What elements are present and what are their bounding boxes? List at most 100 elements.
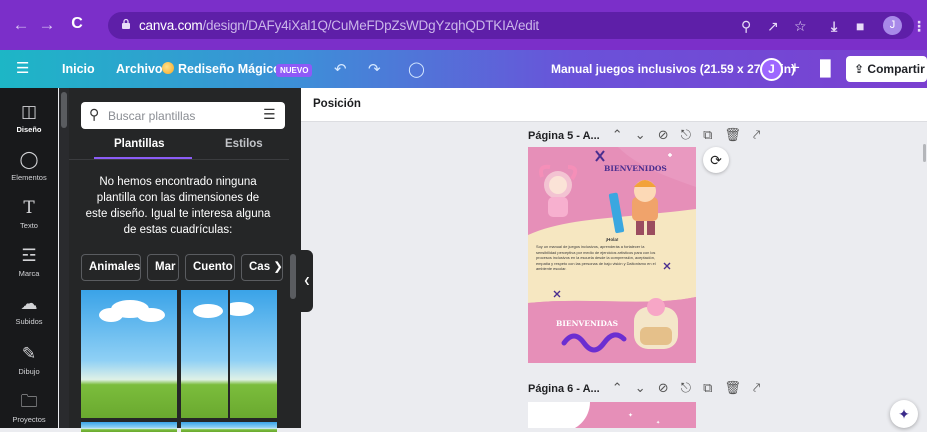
menu-hamburger-icon[interactable]: ☰	[16, 59, 29, 77]
magic-redesign-button[interactable]: Rediseño Mágico	[178, 62, 281, 76]
left-rail: ◫ Diseño ◯ Elementos T Texto ☲ Marca ☁ S…	[0, 88, 58, 428]
duplicate-icon[interactable]: ⧉	[703, 127, 712, 143]
share-label: Compartir	[867, 62, 925, 76]
scroll-thumb[interactable]	[61, 92, 67, 128]
new-badge: NUEVO	[276, 64, 313, 77]
template-thumbnail[interactable]	[181, 290, 228, 418]
cloud-save-icon: ◯	[408, 61, 425, 78]
page-title[interactable]: Página 6 - A...	[528, 383, 600, 395]
browser-menu-icon[interactable]: ⋮	[912, 18, 926, 35]
text-icon: T	[23, 198, 35, 218]
rail-label: Marca	[18, 269, 40, 278]
chevron-down-icon[interactable]: ⌄	[635, 380, 646, 396]
page-heading-bottom[interactable]: BIENVENIDAS	[556, 319, 618, 328]
side-panel-icon[interactable]: ■	[856, 18, 864, 34]
page-5-canvas[interactable]: BIENVENIDOS ¡Hola! Soy un manual de jueg…	[528, 147, 696, 363]
page-heading-top[interactable]: BIENVENIDOS	[604, 164, 667, 173]
add-page-icon[interactable]: ⤤	[753, 127, 760, 143]
page-6-shape	[528, 402, 590, 428]
rail-label: Texto	[20, 221, 38, 230]
chip-mar[interactable]: Mar	[147, 254, 179, 281]
add-page-icon[interactable]: ⤤	[753, 380, 760, 396]
share-button[interactable]: ⇪ Compartir	[846, 56, 927, 82]
page-body-text[interactable]: Soy un manual de juegos inclusivos, apre…	[536, 244, 656, 272]
hide-icon[interactable]: ⊘	[658, 380, 669, 396]
template-thumbnail[interactable]	[81, 290, 177, 418]
hide-icon[interactable]: ⊘	[658, 127, 669, 143]
chip-animales[interactable]: Animales	[81, 254, 141, 281]
forward-icon[interactable]: →	[34, 15, 60, 35]
url-path: /design/DAFy4iXal1Q/CuMeFDpZsWDgYzqhQDTK…	[202, 18, 539, 33]
chevron-up-icon[interactable]: ⌃	[612, 380, 623, 396]
cloud-shape	[193, 304, 223, 318]
filter-icon[interactable]: ☰	[263, 106, 276, 123]
magic-assistant-button[interactable]: ✦	[890, 400, 918, 428]
tab-styles[interactable]: Estilos	[225, 138, 263, 150]
page-greeting[interactable]: ¡Hola!	[528, 237, 696, 242]
rail-label: Proyectos	[12, 415, 46, 424]
sparkle-icon: ✦	[628, 413, 634, 419]
insights-icon[interactable]: █	[820, 60, 831, 77]
rail-item-text[interactable]: T Texto	[0, 198, 58, 230]
menu-home[interactable]: Inicio	[62, 62, 95, 76]
collapse-panel-button[interactable]: ❮	[301, 250, 313, 312]
back-icon[interactable]: ←	[8, 15, 34, 35]
menu-file[interactable]: Archivo	[116, 62, 163, 76]
chevron-left-icon: ❮	[303, 276, 311, 285]
upload-share-icon: ⇪	[854, 62, 865, 76]
collaborator-avatar[interactable]: J	[760, 58, 783, 81]
trash-icon[interactable]: 🗑	[724, 380, 741, 396]
cloud-shape	[137, 308, 165, 322]
rail-item-draw[interactable]: ✎ Dibujo	[0, 344, 58, 376]
rail-label: Diseño	[16, 125, 42, 134]
draw-icon: ✎	[21, 344, 37, 363]
lock-icon[interactable]: ⎋	[681, 127, 691, 143]
canvas-scrollbar[interactable]	[923, 144, 926, 162]
download-icon[interactable]: ⤓	[831, 18, 837, 35]
rail-item-elements[interactable]: ◯ Elementos	[0, 150, 58, 182]
undo-icon[interactable]: ↶	[334, 60, 347, 78]
zoom-icon[interactable]: ⚲	[741, 18, 751, 35]
position-button[interactable]: Posición	[313, 98, 361, 110]
lock-icon[interactable]: ⎋	[681, 380, 691, 396]
chevron-up-icon[interactable]: ⌃	[612, 127, 623, 143]
tab-templates[interactable]: Plantillas	[114, 138, 165, 150]
rail-label: Elementos	[11, 173, 47, 182]
search-input[interactable]: ⚲ Buscar plantillas ☰	[81, 102, 285, 129]
chip-cuento[interactable]: Cuento	[185, 254, 235, 281]
rail-item-brand[interactable]: ☲ Marca	[0, 246, 58, 278]
lock-icon	[122, 18, 130, 29]
rail-item-uploads[interactable]: ☁ Subidos	[0, 294, 58, 326]
rail-item-design[interactable]: ◫ Diseño	[0, 102, 58, 134]
duplicate-icon[interactable]: ⧉	[703, 380, 712, 396]
page-6-canvas[interactable]: ✦ ✦	[528, 402, 696, 428]
redo-icon[interactable]: ↷	[368, 60, 381, 78]
templates-panel: ⚲ Buscar plantillas ☰ Plantillas Estilos…	[69, 88, 301, 432]
sparkle-icon: ✦	[656, 420, 661, 426]
template-thumbnail[interactable]	[81, 422, 177, 432]
upload-icon: ☁	[20, 294, 38, 313]
trash-icon[interactable]: 🗑	[724, 127, 741, 143]
rail-scrollbar[interactable]	[59, 88, 69, 428]
chevron-down-icon[interactable]: ⌄	[635, 127, 646, 143]
chip-casa[interactable]: Cas ❯	[241, 254, 283, 281]
template-thumbnail[interactable]	[230, 290, 277, 418]
template-thumbnail[interactable]	[181, 422, 277, 432]
browser-profile-avatar[interactable]: J	[883, 16, 902, 35]
reload-icon[interactable]: C	[64, 15, 90, 33]
context-toolbar: Posición	[301, 88, 927, 122]
rail-item-projects[interactable]: 🗀 Proyectos	[0, 392, 58, 424]
regenerate-icon[interactable]: ⟳	[703, 147, 729, 173]
scroll-thumb[interactable]	[290, 254, 296, 299]
page-header-6: Página 6 - A... ⌃ ⌄ ⊘ ⎋ ⧉ 🗑 ⤤	[528, 380, 760, 398]
panel-scrollbar[interactable]	[288, 238, 298, 428]
rail-label: Subidos	[15, 317, 43, 326]
url-text[interactable]: canva.com/design/DAFy4iXal1Q/CuMeFDpZsWD…	[139, 18, 539, 33]
share-page-icon[interactable]: ↗	[767, 18, 779, 35]
add-collaborator-icon[interactable]: +	[790, 58, 800, 78]
page-title[interactable]: Página 5 - A...	[528, 130, 600, 142]
bookmark-star-icon[interactable]: ☆	[794, 18, 807, 35]
girl-illustration	[539, 164, 578, 217]
document-title[interactable]: Manual juegos inclusivos (21.59 x 27.94 …	[551, 62, 795, 76]
page-header-5: Página 5 - A... ⌃ ⌄ ⊘ ⎋ ⧉ 🗑 ⤤	[528, 127, 760, 145]
